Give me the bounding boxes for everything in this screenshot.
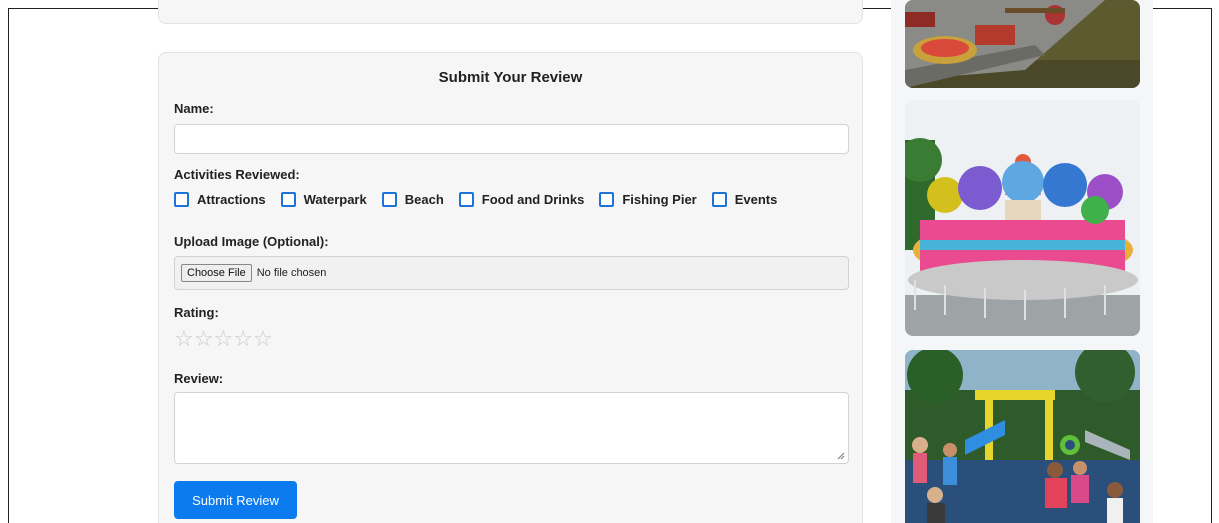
star-2-icon[interactable]: ☆	[194, 328, 214, 350]
previous-card	[158, 0, 863, 24]
star-1-icon[interactable]: ☆	[174, 328, 194, 350]
review-textarea[interactable]	[174, 392, 849, 464]
checkbox-events[interactable]	[711, 192, 727, 207]
activity-attractions[interactable]: Attractions	[174, 192, 266, 207]
checkbox-food-and-drinks[interactable]	[458, 192, 474, 207]
balloon-ride-photo	[905, 100, 1140, 336]
pier-photo	[905, 0, 1140, 88]
playground-photo	[905, 350, 1140, 523]
activity-beach[interactable]: Beach	[381, 192, 444, 207]
star-3-icon[interactable]: ☆	[213, 328, 233, 350]
resize-handle-icon[interactable]	[837, 452, 845, 460]
upload-label: Upload Image (Optional):	[174, 234, 329, 249]
review-form: Submit Your Review Name: Activities Revi…	[158, 52, 863, 523]
activity-label: Beach	[404, 192, 444, 207]
activity-label: Food and Drinks	[481, 192, 585, 207]
activity-waterpark[interactable]: Waterpark	[280, 192, 367, 207]
activity-label: Waterpark	[303, 192, 367, 207]
rating-label: Rating:	[174, 305, 219, 320]
activity-fishing-pier[interactable]: Fishing Pier	[599, 192, 697, 207]
review-label: Review:	[174, 371, 224, 386]
choose-file-button[interactable]: Choose File	[181, 264, 252, 282]
name-label: Name:	[174, 101, 214, 116]
checkbox-attractions[interactable]	[174, 192, 189, 207]
file-status: No file chosen	[256, 267, 327, 279]
submit-review-button[interactable]: Submit Review	[174, 481, 297, 519]
star-5-icon[interactable]: ☆	[253, 328, 273, 350]
checkbox-fishing-pier[interactable]	[599, 192, 615, 207]
activities-label: Activities Reviewed:	[174, 167, 300, 182]
star-4-icon[interactable]: ☆	[233, 328, 253, 350]
activity-events[interactable]: Events	[711, 192, 778, 207]
checkbox-waterpark[interactable]	[280, 192, 296, 207]
star-rating: ☆ ☆ ☆ ☆ ☆	[174, 328, 273, 350]
activity-label: Fishing Pier	[622, 192, 697, 207]
activity-label: Attractions	[197, 192, 266, 207]
activities-group: Attractions Waterpark Beach Food and Dri…	[174, 192, 792, 207]
name-input[interactable]	[174, 124, 849, 154]
checkbox-beach[interactable]	[381, 192, 397, 207]
activity-food-and-drinks[interactable]: Food and Drinks	[458, 192, 585, 207]
form-title: Submit Your Review	[438, 69, 583, 86]
file-upload: Choose File No file chosen	[174, 256, 849, 290]
activity-label: Events	[734, 192, 778, 207]
